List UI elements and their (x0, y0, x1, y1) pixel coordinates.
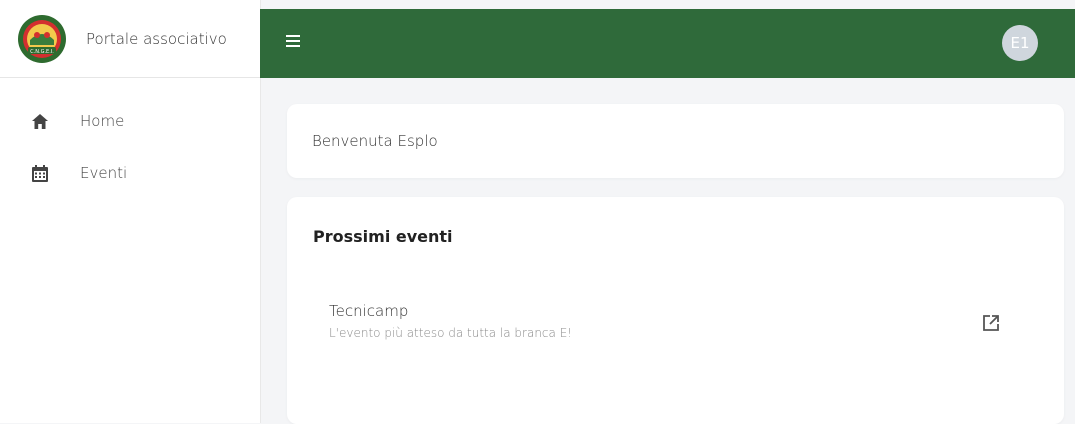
events-section-title: Prossimi eventi (313, 227, 453, 246)
calendar-icon (30, 163, 50, 183)
sidebar-nav: Home Eventi (0, 78, 260, 198)
home-icon (30, 111, 50, 131)
brand-title: Portale associativo (86, 29, 227, 48)
event-name: Tecnicamp (329, 302, 409, 320)
hamburger-icon[interactable] (286, 35, 304, 49)
svg-text:C.N.G.E.I.: C.N.G.E.I. (30, 49, 54, 55)
topbar: E1 (260, 9, 1075, 78)
sidebar-item-eventi[interactable]: Eventi (0, 148, 260, 198)
user-avatar[interactable]: E1 (1002, 25, 1038, 61)
welcome-card: Benvenuta Esplo (287, 104, 1064, 178)
sidebar-item-label: Home (80, 112, 125, 130)
open-in-new-icon[interactable] (980, 312, 1002, 334)
upcoming-events-card: Prossimi eventi Tecnicamp L'evento più a… (287, 197, 1064, 424)
sidebar-item-label: Eventi (80, 164, 128, 182)
event-description: L'evento più atteso da tutta la branca E… (329, 326, 573, 340)
welcome-message: Benvenuta Esplo (312, 132, 438, 150)
sidebar: C.N.G.E.I. Portale associativo Home Even… (0, 0, 261, 423)
cngei-logo: C.N.G.E.I. (18, 14, 66, 63)
sidebar-item-home[interactable]: Home (0, 96, 260, 146)
brand: C.N.G.E.I. Portale associativo (0, 0, 260, 78)
event-list-item[interactable]: Tecnicamp L'evento più atteso da tutta l… (313, 295, 1035, 355)
